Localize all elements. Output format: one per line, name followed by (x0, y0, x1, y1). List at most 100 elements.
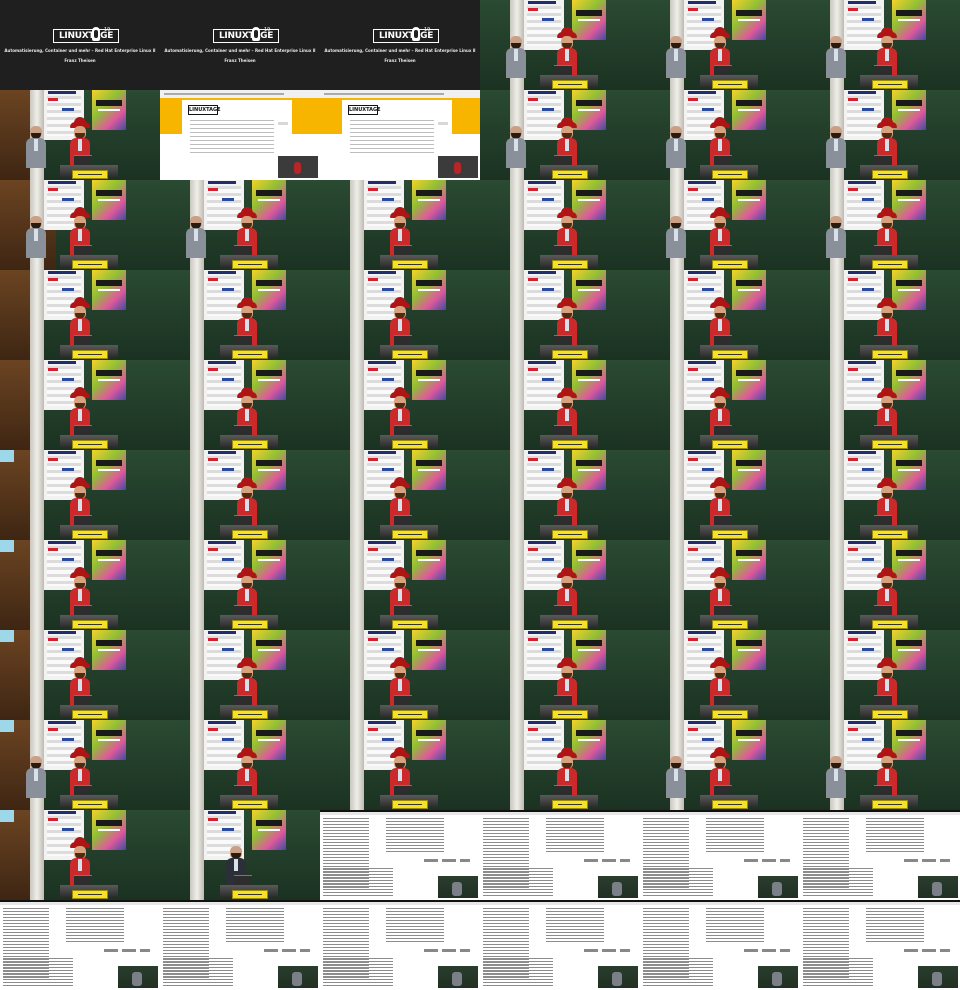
terminal-slide-thumbnail[interactable] (480, 810, 640, 900)
event-poster (732, 90, 766, 130)
stage-thumbnail[interactable] (800, 0, 960, 90)
stage-thumbnail[interactable] (800, 540, 960, 630)
stage-thumbnail[interactable] (160, 180, 320, 270)
terminal-token (922, 859, 936, 862)
stage-thumbnail[interactable] (640, 270, 800, 360)
terminal-slide-thumbnail[interactable] (480, 900, 640, 990)
stage-thumbnail[interactable] (640, 450, 800, 540)
stage-thumbnail[interactable] (0, 810, 160, 900)
stage-thumbnail[interactable] (0, 180, 160, 270)
terminal-slide-thumbnail[interactable] (800, 810, 960, 900)
stage-thumbnail[interactable] (0, 360, 160, 450)
stage-thumbnail[interactable] (320, 720, 480, 810)
terminal-token (780, 859, 790, 862)
stage-thumbnail[interactable] (320, 630, 480, 720)
stage-thumbnail[interactable] (0, 630, 160, 720)
stage-thumbnail[interactable] (320, 450, 480, 540)
stage-thumbnail[interactable] (800, 180, 960, 270)
stage-thumbnail[interactable] (640, 540, 800, 630)
terminal-slide-thumbnail[interactable] (800, 900, 960, 990)
terminal-output (483, 958, 553, 986)
stage-thumbnail[interactable] (0, 720, 160, 810)
stage-thumbnail[interactable] (640, 720, 800, 810)
stage-thumbnail[interactable] (320, 180, 480, 270)
stage-thumbnail[interactable] (160, 540, 320, 630)
logo-year: 19 (104, 27, 111, 33)
second-speaker (664, 116, 688, 170)
terminal-output (706, 818, 764, 852)
stage-thumbnail[interactable] (480, 0, 640, 90)
stage-thumbnail[interactable] (640, 90, 800, 180)
terminal-output (323, 958, 393, 986)
stage-thumbnail[interactable] (480, 630, 640, 720)
terminal-slide-thumbnail[interactable] (320, 810, 480, 900)
title-card-thumbnail[interactable]: LINUXTAGE 19 Automatisierung, Container … (0, 0, 160, 90)
title-card-thumbnail[interactable]: LINUXTAGE 19 Automatisierung, Container … (160, 0, 320, 90)
talk-subtitle: Automatisierung, Container und mehr – Re… (0, 46, 160, 66)
window-light (0, 630, 14, 642)
camera-inset (118, 966, 158, 988)
terminal-slide-thumbnail[interactable] (160, 900, 320, 990)
stage-thumbnail[interactable] (800, 360, 960, 450)
stage-thumbnail[interactable] (480, 90, 640, 180)
stage-thumbnail[interactable] (320, 540, 480, 630)
stage-thumbnail[interactable] (0, 540, 160, 630)
stage-thumbnail[interactable] (0, 90, 160, 180)
terminal-output (483, 868, 553, 896)
second-speaker (824, 746, 848, 800)
terminal-output (643, 958, 713, 986)
stage-thumbnail[interactable] (480, 540, 640, 630)
terminal-token (602, 949, 616, 952)
camera-inset (758, 876, 798, 898)
stage-thumbnail[interactable] (160, 720, 320, 810)
event-poster (92, 540, 126, 580)
title-card-thumbnail[interactable]: LINUXTAGE 19 Automatisierung, Container … (320, 0, 480, 90)
stage-thumbnail[interactable] (480, 450, 640, 540)
page-text (350, 120, 434, 156)
name-sign (712, 800, 748, 809)
camera-inset (438, 966, 478, 988)
stage-thumbnail[interactable] (0, 270, 160, 360)
stage-thumbnail[interactable] (800, 450, 960, 540)
terminal-token (264, 949, 278, 952)
name-sign (232, 440, 268, 449)
stage-thumbnail[interactable] (160, 810, 320, 900)
stage-thumbnail[interactable] (480, 180, 640, 270)
stage-thumbnail[interactable] (160, 270, 320, 360)
terminal-titlebar (480, 812, 640, 815)
name-sign (552, 620, 588, 629)
terminal-slide-thumbnail[interactable] (640, 810, 800, 900)
logo-year: 19 (424, 27, 431, 33)
stage-thumbnail[interactable] (320, 270, 480, 360)
stage-thumbnail[interactable] (160, 360, 320, 450)
terminal-slide-thumbnail[interactable] (640, 900, 800, 990)
stage-thumbnail[interactable] (320, 360, 480, 450)
terminal-token (620, 859, 630, 862)
stage-thumbnail[interactable] (800, 90, 960, 180)
stage-thumbnail[interactable] (640, 180, 800, 270)
stage-thumbnail[interactable] (0, 450, 160, 540)
logo-year: 19 (264, 27, 271, 33)
web-slide-thumbnail[interactable]: LINUXTAGE (160, 90, 320, 180)
stage-thumbnail[interactable] (640, 0, 800, 90)
talk-title: Automatisierung, Container und mehr – Re… (324, 48, 476, 53)
stage-thumbnail[interactable] (480, 270, 640, 360)
stage-thumbnail[interactable] (800, 630, 960, 720)
stage-thumbnail[interactable] (640, 630, 800, 720)
event-poster (412, 180, 446, 220)
terminal-token (602, 859, 616, 862)
stage-thumbnail[interactable] (640, 360, 800, 450)
pillar (830, 540, 844, 630)
terminal-output (323, 868, 393, 896)
event-poster (92, 630, 126, 670)
page-text (190, 120, 274, 156)
stage-thumbnail[interactable] (800, 270, 960, 360)
web-slide-thumbnail[interactable]: LINUXTAGE (320, 90, 480, 180)
stage-thumbnail[interactable] (800, 720, 960, 810)
stage-thumbnail[interactable] (160, 450, 320, 540)
stage-thumbnail[interactable] (160, 630, 320, 720)
stage-thumbnail[interactable] (480, 360, 640, 450)
terminal-slide-thumbnail[interactable] (0, 900, 160, 990)
stage-thumbnail[interactable] (480, 720, 640, 810)
terminal-slide-thumbnail[interactable] (320, 900, 480, 990)
